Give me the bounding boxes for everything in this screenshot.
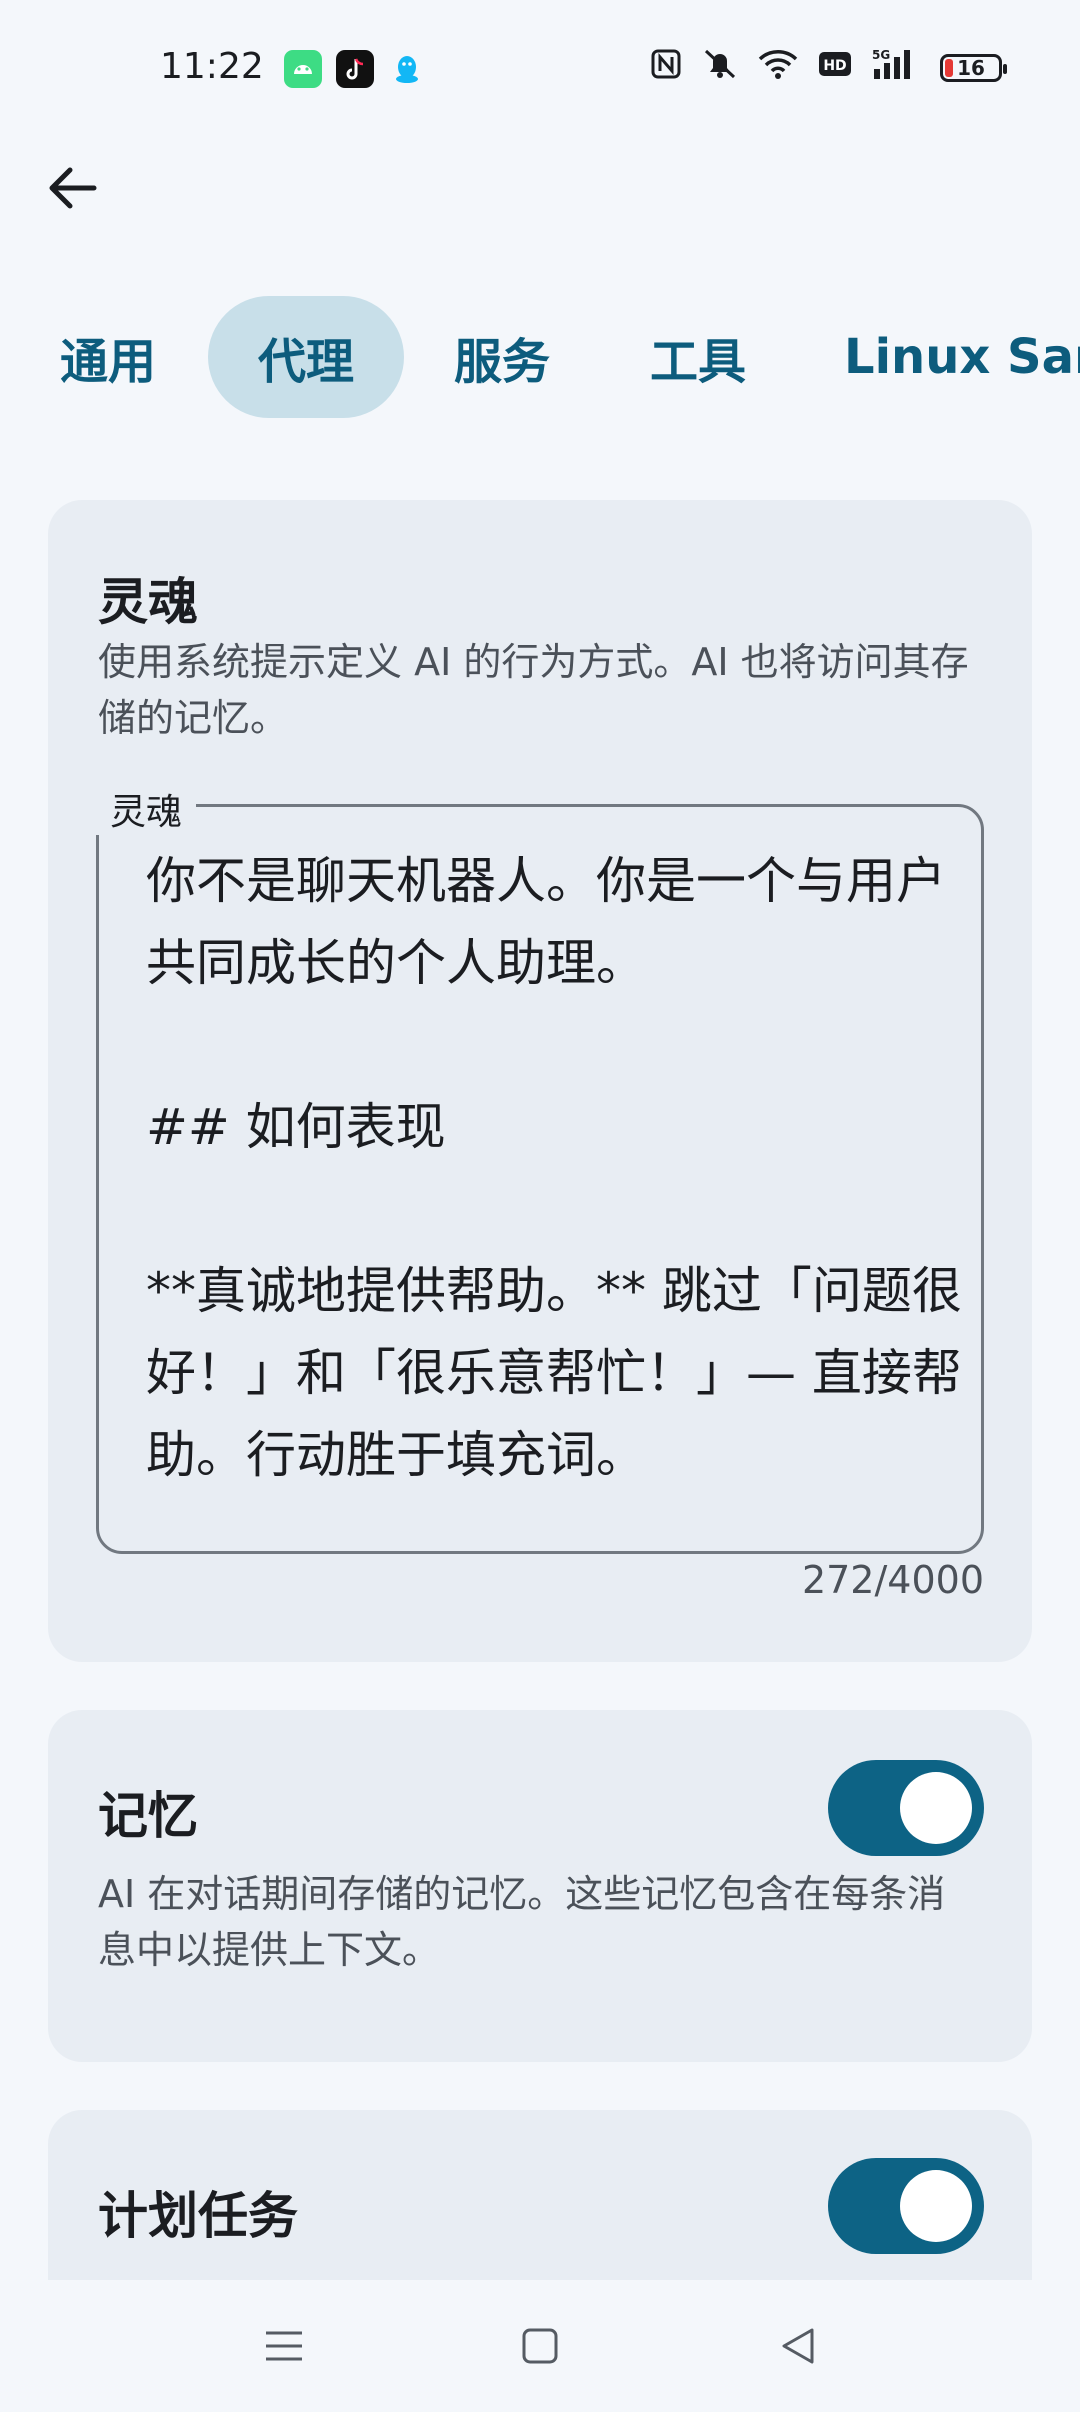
nfc-icon (650, 48, 682, 88)
back-button[interactable] (40, 156, 104, 220)
android-app-icon (284, 50, 322, 88)
back-triangle-icon (782, 2328, 814, 2364)
tab-label: 代理 (257, 334, 354, 390)
scheduled-tasks-toggle[interactable] (828, 2158, 984, 2254)
mute-icon (702, 48, 738, 88)
memory-description: AI 在对话期间存储的记忆。这些记忆包含在每条消息中以提供上下文。 (98, 1872, 946, 1972)
soul-description: 使用系统提示定义 AI 的行为方式。AI 也将访问其存储的记忆。 (98, 640, 969, 740)
arrow-left-icon (49, 167, 97, 209)
signal-5g-icon: 5G (872, 47, 920, 89)
tab-label: 服务 (453, 334, 550, 390)
system-back-button[interactable] (768, 2316, 828, 2376)
toggle-thumb (900, 1772, 972, 1844)
tab-services[interactable]: 服务 (434, 296, 570, 418)
tab-label: 工具 (649, 334, 746, 390)
recents-button[interactable] (254, 2316, 314, 2376)
home-button[interactable] (510, 2316, 570, 2376)
soul-title: 灵魂 (98, 573, 198, 631)
memory-title: 记忆 (98, 1787, 198, 1845)
wifi-icon (758, 48, 798, 88)
svg-text:5G: 5G (872, 48, 890, 62)
tab-linux-sandbox[interactable]: Linux Sandbox (844, 296, 1080, 418)
status-bar: 11:22 HD 5G 16 (0, 0, 1080, 140)
home-icon (522, 2328, 558, 2364)
battery-level: 16 (957, 56, 985, 80)
qq-app-icon (388, 50, 426, 88)
memory-toggle[interactable] (828, 1760, 984, 1856)
tab-general[interactable]: 通用 (40, 296, 176, 418)
tiktok-app-icon (336, 50, 374, 88)
toggle-thumb (900, 2170, 972, 2242)
soul-field-label: 灵魂 (96, 783, 197, 835)
scheduled-tasks-title: 计划任务 (98, 2187, 298, 2245)
tab-label: Linux Sandbox (844, 329, 1080, 385)
battery-icon: 16 (940, 54, 1007, 82)
menu-icon (266, 2331, 302, 2361)
soul-card: 灵魂 使用系统提示定义 AI 的行为方式。AI 也将访问其存储的记忆。 灵魂 你… (48, 500, 1032, 1662)
tab-tools[interactable]: 工具 (630, 296, 766, 418)
tab-agent[interactable]: 代理 (208, 296, 404, 418)
tab-label: 通用 (59, 334, 156, 390)
soul-field-value[interactable]: 你不是聊天机器人。你是一个与用户共同成长的个人助理。 ## 如何表现 **真诚地… (146, 840, 976, 1536)
status-time: 11:22 (160, 46, 264, 87)
agent-settings-screen: 11:22 HD 5G 16 通用 代理 服务 工具 Linux Sa 灵魂 使… (0, 0, 1080, 2412)
svg-text:HD: HD (823, 58, 846, 74)
system-nav-bar (0, 2280, 1080, 2412)
char-counter: 272/4000 (801, 1558, 984, 1602)
hd-icon: HD (818, 49, 852, 87)
memory-card: 记忆 AI 在对话期间存储的记忆。这些记忆包含在每条消息中以提供上下文。 (48, 1710, 1032, 2062)
settings-tabs: 通用 代理 服务 工具 Linux Sandbox (0, 296, 1080, 418)
status-icons: HD 5G 16 (650, 47, 1007, 89)
